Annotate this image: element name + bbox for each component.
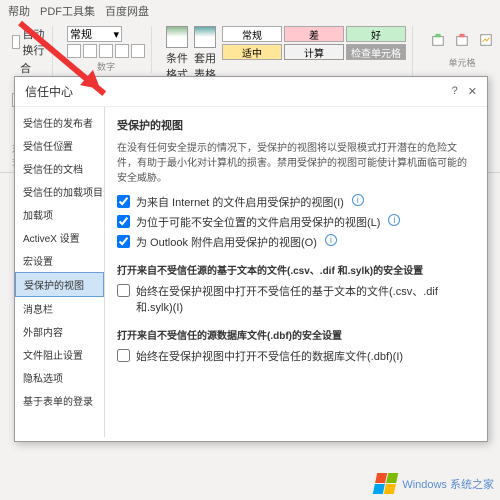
- number-label: 数字: [97, 60, 115, 73]
- percent-icon[interactable]: [83, 44, 97, 58]
- sidebar-addins[interactable]: 加载项: [15, 203, 104, 226]
- info-icon[interactable]: i: [352, 194, 364, 206]
- dbf-files-heading: 打开来自不受信任的源数据库文件(.dbf)的安全设置: [117, 327, 475, 342]
- help-icon[interactable]: ?: [452, 85, 458, 98]
- style-neutral[interactable]: 适中: [222, 44, 282, 60]
- text-files-heading: 打开来自不受信任源的基于文本的文件(.csv、.dif 和.sylk)的安全设置: [117, 262, 475, 277]
- style-calc[interactable]: 计算: [284, 44, 344, 60]
- protected-view-description: 在没有任何安全提示的情况下，受保护的视图将以受限模式打开潜在的危险文件，有助于最…: [117, 141, 475, 186]
- sidebar-trusted-documents[interactable]: 受信任的文档: [15, 157, 104, 180]
- comma-icon[interactable]: [99, 44, 113, 58]
- chk-dbf-files[interactable]: 始终在受保护视图中打开不受信任的数据库文件(.dbf)(I): [117, 348, 475, 364]
- delete-cells-icon[interactable]: [451, 26, 473, 54]
- sidebar-trusted-publishers[interactable]: 受信任的发布者: [15, 111, 104, 134]
- info-icon[interactable]: i: [325, 234, 337, 246]
- mouse-cursor-icon: ↖: [56, 137, 68, 154]
- number-group: 常规▾ 数字: [61, 26, 152, 73]
- close-icon[interactable]: ✕: [468, 85, 477, 98]
- dialog-title: 信任中心: [25, 83, 73, 100]
- windows-logo-icon: [373, 473, 398, 494]
- tab-help[interactable]: 帮助: [8, 3, 30, 19]
- insert-cells-icon[interactable]: [427, 26, 449, 54]
- ribbon-tabs: 帮助 PDF工具集 百度网盘: [0, 0, 500, 22]
- sidebar-macros[interactable]: 宏设置: [15, 249, 104, 272]
- currency-icon[interactable]: [67, 44, 81, 58]
- sidebar-privacy[interactable]: 隐私选项: [15, 366, 104, 389]
- sidebar-trusted-addin-catalogs[interactable]: 受信任的加载项目录: [15, 180, 104, 203]
- chk-internet-files[interactable]: 为来自 Internet 的文件启用受保护的视图(I)i: [117, 194, 475, 210]
- cells-label: 单元格: [449, 56, 476, 69]
- trust-center-dialog: 信任中心 ? ✕ 受信任的发布者 受信任位置 受信任的文档 受信任的加载项目录 …: [14, 76, 488, 442]
- info-icon[interactable]: i: [388, 214, 400, 226]
- trust-center-sidebar: 受信任的发布者 受信任位置 受信任的文档 受信任的加载项目录 加载项 Activ…: [15, 107, 105, 437]
- style-good[interactable]: 好: [346, 26, 406, 42]
- trust-center-content: 受保护的视图 在没有任何安全提示的情况下，受保护的视图将以受限模式打开潜在的危险…: [105, 107, 487, 437]
- chk-unsafe-locations[interactable]: 为位于可能不安全位置的文件启用受保护的视图(L)i: [117, 214, 475, 230]
- format-cells-icon[interactable]: [475, 26, 497, 54]
- protected-view-heading: 受保护的视图: [117, 117, 475, 133]
- sidebar-protected-view[interactable]: 受保护的视图: [15, 272, 104, 297]
- watermark-text: Windows 系统之家: [402, 476, 494, 492]
- style-check[interactable]: 检查单元格: [346, 44, 406, 60]
- inc-dec-icon[interactable]: [115, 44, 129, 58]
- style-bad[interactable]: 差: [284, 26, 344, 42]
- sidebar-form-login[interactable]: 基于表单的登录: [15, 389, 104, 412]
- sidebar-external-content[interactable]: 外部内容: [15, 320, 104, 343]
- sidebar-message-bar[interactable]: 消息栏: [15, 297, 104, 320]
- cell-styles-gallery[interactable]: 常规 差 好 适中 计算 检查单元格: [222, 26, 406, 60]
- dec-dec-icon[interactable]: [131, 44, 145, 58]
- style-normal[interactable]: 常规: [222, 26, 282, 42]
- wrap-text-button[interactable]: 自动换行: [12, 26, 46, 58]
- watermark: Windows 系统之家: [375, 473, 494, 494]
- tab-pdf[interactable]: PDF工具集: [40, 3, 95, 19]
- sidebar-file-block[interactable]: 文件阻止设置: [15, 343, 104, 366]
- dialog-titlebar: 信任中心 ? ✕: [15, 77, 487, 107]
- cells-group: 单元格: [421, 26, 500, 69]
- tab-baidu[interactable]: 百度网盘: [105, 3, 149, 19]
- cond-format-button[interactable]: 条件格式: [166, 26, 188, 82]
- sidebar-activex[interactable]: ActiveX 设置: [15, 226, 104, 249]
- chk-text-files[interactable]: 始终在受保护视图中打开不受信任的基于文本的文件(.csv、.dif 和.sylk…: [117, 283, 475, 315]
- chk-outlook-attachments[interactable]: 为 Outlook 附件启用受保护的视图(O)i: [117, 234, 475, 250]
- number-format-combo[interactable]: 常规▾: [67, 26, 122, 42]
